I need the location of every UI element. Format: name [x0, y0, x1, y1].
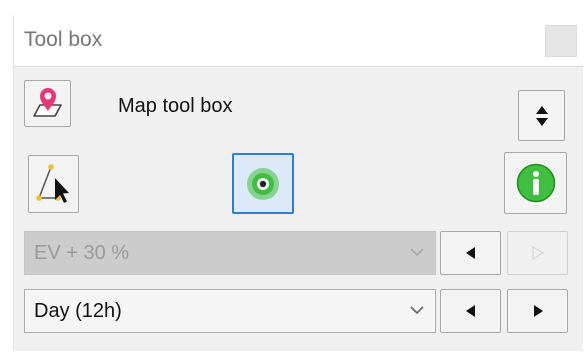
triangle-right-icon — [532, 246, 544, 260]
ev-prev-button[interactable] — [440, 231, 501, 275]
map-pin-icon — [32, 87, 62, 117]
ev-select-value: EV + 30 % — [34, 241, 130, 264]
toolbox-window: Tool box Map tool box EV + 30 % Day (12h… — [13, 15, 584, 351]
polygon-select-cursor-icon — [35, 164, 69, 203]
period-prev-button[interactable] — [440, 289, 501, 333]
info-button[interactable] — [504, 152, 567, 214]
sort-button[interactable] — [518, 90, 565, 141]
ev-next-button[interactable] — [507, 231, 568, 275]
period-select-value: Day (12h) — [34, 299, 122, 322]
window-title: Tool box — [24, 28, 103, 51]
sort-updown-icon — [535, 105, 548, 126]
toolbox-label: Map tool box — [118, 95, 233, 117]
chevron-down-icon — [410, 248, 424, 257]
chevron-down-icon — [410, 306, 424, 315]
period-next-button[interactable] — [507, 289, 568, 333]
window-control-button[interactable] — [545, 25, 577, 57]
triangle-left-icon — [465, 247, 475, 259]
ev-select[interactable]: EV + 30 % — [24, 231, 436, 275]
polygon-select-button[interactable] — [28, 155, 79, 213]
triangle-right-icon — [533, 305, 543, 317]
info-icon — [516, 163, 555, 203]
target-tool-button[interactable] — [232, 153, 294, 214]
period-select[interactable]: Day (12h) — [24, 289, 436, 333]
triangle-left-icon — [465, 305, 475, 317]
target-icon — [247, 167, 279, 200]
titlebar: Tool box — [14, 15, 584, 67]
map-toolbox-button[interactable] — [24, 80, 71, 127]
